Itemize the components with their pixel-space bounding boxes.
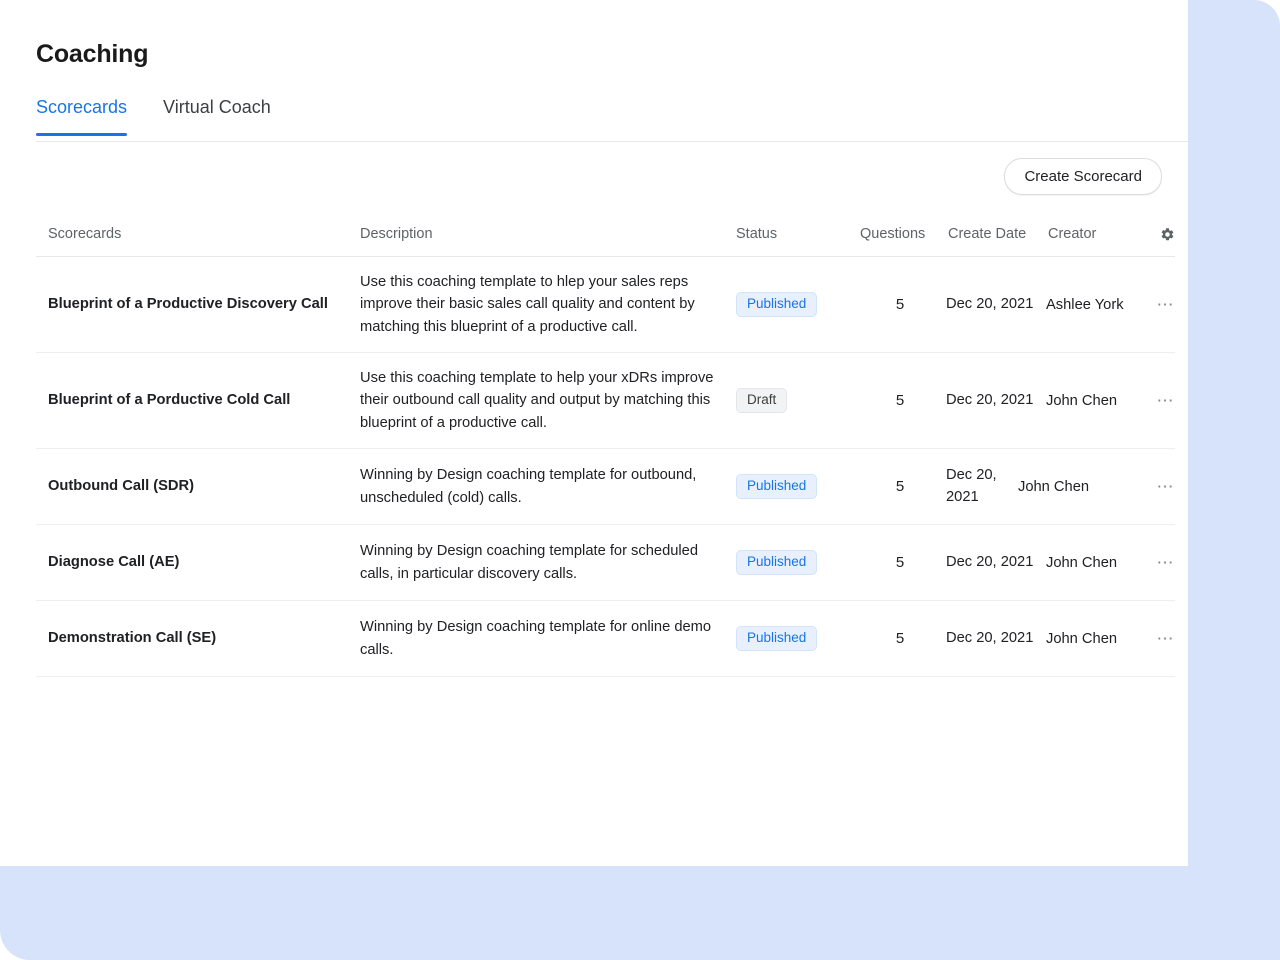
cell-description: Use this coaching template to help your … bbox=[360, 367, 736, 434]
cell-creator: John Chen bbox=[1046, 631, 1148, 647]
cell-status: Published bbox=[736, 474, 854, 499]
app-root: Coaching Scorecards Virtual Coach Create… bbox=[0, 0, 1280, 960]
cell-scorecard-name[interactable]: Blueprint of a Productive Discovery Call bbox=[36, 295, 360, 315]
ellipsis-horizontal-icon[interactable]: ⋯ bbox=[1157, 554, 1176, 571]
table-row[interactable]: Diagnose Call (AE) Winning by Design coa… bbox=[36, 525, 1175, 601]
status-badge: Draft bbox=[736, 388, 787, 413]
column-header-scorecards[interactable]: Scorecards bbox=[36, 226, 360, 242]
create-scorecard-button[interactable]: Create Scorecard bbox=[1004, 158, 1162, 195]
status-badge: Published bbox=[736, 292, 817, 317]
cell-creator: John Chen bbox=[1018, 479, 1148, 495]
row-actions[interactable]: ⋯ bbox=[1148, 478, 1175, 496]
cell-creator: Ashlee York bbox=[1046, 297, 1148, 313]
row-actions[interactable]: ⋯ bbox=[1148, 296, 1175, 314]
column-header-description[interactable]: Description bbox=[360, 226, 736, 242]
table-header-row: Scorecards Description Status Questions … bbox=[36, 218, 1175, 257]
cell-status: Draft bbox=[736, 388, 854, 413]
cell-create-date: Dec 20, 2021 bbox=[946, 552, 1046, 573]
cell-description: Winning by Design coaching template for … bbox=[360, 540, 736, 585]
ellipsis-horizontal-icon[interactable]: ⋯ bbox=[1157, 296, 1176, 313]
cell-scorecard-name[interactable]: Demonstration Call (SE) bbox=[36, 629, 360, 649]
row-actions[interactable]: ⋯ bbox=[1148, 392, 1175, 410]
cell-create-date: Dec 20, 2021 bbox=[946, 465, 1018, 508]
backdrop-panel-bottom bbox=[0, 866, 1280, 960]
table-row[interactable]: Blueprint of a Porductive Cold Call Use … bbox=[36, 353, 1175, 449]
table-body: Blueprint of a Productive Discovery Call… bbox=[36, 257, 1175, 677]
scorecards-table: Scorecards Description Status Questions … bbox=[36, 218, 1175, 677]
column-header-status[interactable]: Status bbox=[736, 226, 854, 242]
ellipsis-horizontal-icon[interactable]: ⋯ bbox=[1157, 478, 1176, 495]
table-row[interactable]: Blueprint of a Productive Discovery Call… bbox=[36, 257, 1175, 353]
page-title: Coaching bbox=[36, 40, 148, 69]
cell-scorecard-name[interactable]: Outbound Call (SDR) bbox=[36, 477, 360, 497]
cell-description: Winning by Design coaching template for … bbox=[360, 616, 736, 661]
cell-status: Published bbox=[736, 626, 854, 651]
table-settings-button[interactable] bbox=[1148, 226, 1175, 242]
cell-questions: 5 bbox=[854, 478, 946, 495]
column-header-creator[interactable]: Creator bbox=[1046, 226, 1148, 242]
backdrop-panel-right bbox=[1188, 0, 1280, 960]
ellipsis-horizontal-icon[interactable]: ⋯ bbox=[1157, 392, 1176, 409]
cell-description: Use this coaching template to hlep your … bbox=[360, 271, 736, 338]
gear-icon[interactable] bbox=[1160, 227, 1175, 242]
ellipsis-horizontal-icon[interactable]: ⋯ bbox=[1157, 630, 1176, 647]
cell-questions: 5 bbox=[854, 630, 946, 647]
tab-bar: Scorecards Virtual Coach bbox=[36, 97, 307, 136]
status-badge: Published bbox=[736, 626, 817, 651]
cell-description: Winning by Design coaching template for … bbox=[360, 464, 736, 509]
tab-virtual-coach[interactable]: Virtual Coach bbox=[163, 97, 271, 136]
column-header-questions[interactable]: Questions bbox=[854, 226, 946, 242]
content-card: Coaching Scorecards Virtual Coach Create… bbox=[0, 0, 1188, 866]
cell-scorecard-name[interactable]: Blueprint of a Porductive Cold Call bbox=[36, 391, 360, 411]
row-actions[interactable]: ⋯ bbox=[1148, 630, 1175, 648]
cell-questions: 5 bbox=[854, 554, 946, 571]
status-badge: Published bbox=[736, 474, 817, 499]
cell-questions: 5 bbox=[854, 392, 946, 409]
tab-bar-divider bbox=[36, 141, 1188, 142]
tab-scorecards[interactable]: Scorecards bbox=[36, 97, 127, 136]
cell-status: Published bbox=[736, 550, 854, 575]
cell-create-date: Dec 20, 2021 bbox=[946, 390, 1046, 411]
table-row[interactable]: Outbound Call (SDR) Winning by Design co… bbox=[36, 449, 1175, 525]
cell-questions: 5 bbox=[854, 296, 946, 313]
cell-scorecard-name[interactable]: Diagnose Call (AE) bbox=[36, 553, 360, 573]
table-row[interactable]: Demonstration Call (SE) Winning by Desig… bbox=[36, 601, 1175, 677]
column-header-create-date[interactable]: Create Date bbox=[946, 226, 1046, 242]
cell-creator: John Chen bbox=[1046, 555, 1148, 571]
cell-create-date: Dec 20, 2021 bbox=[946, 294, 1046, 315]
cell-creator: John Chen bbox=[1046, 393, 1148, 409]
cell-create-date: Dec 20, 2021 bbox=[946, 628, 1046, 649]
status-badge: Published bbox=[736, 550, 817, 575]
cell-status: Published bbox=[736, 292, 854, 317]
row-actions[interactable]: ⋯ bbox=[1148, 554, 1175, 572]
toolbar: Create Scorecard bbox=[36, 158, 1162, 195]
